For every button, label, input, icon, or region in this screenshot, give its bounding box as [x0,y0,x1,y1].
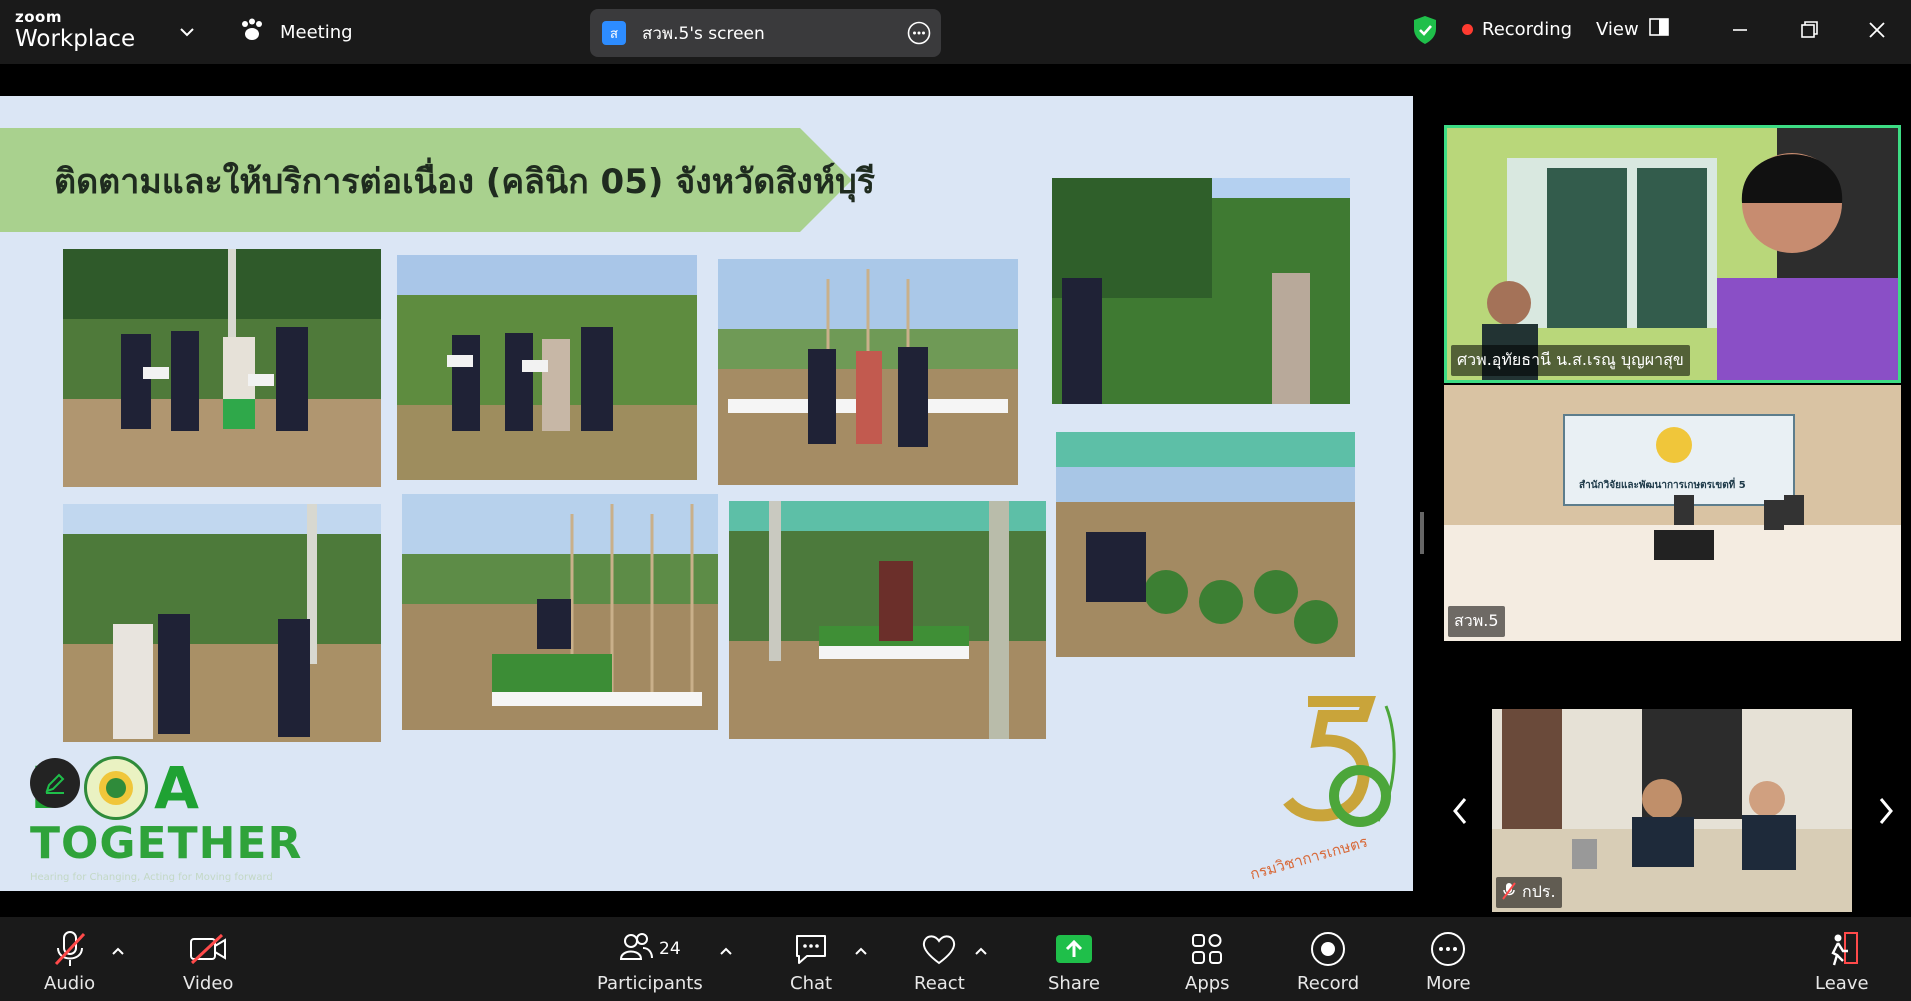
tile-name-2: สวพ.5 [1448,606,1505,637]
more-icon [1430,929,1466,969]
more-label: More [1426,973,1471,994]
screen-share-pill[interactable]: ส สวพ.5's screen [590,9,941,57]
gallery-prev-icon[interactable] [1449,795,1471,827]
record-label: Record [1297,973,1360,994]
meeting-label: Meeting [280,22,353,43]
logo-tagline: Hearing for Changing, Acting for Moving … [30,872,273,883]
video-button[interactable]: Video [183,929,233,994]
heart-icon [920,929,958,969]
minimize-icon[interactable] [1726,16,1754,44]
tile-name-3: กปร. [1496,877,1562,908]
view-label: View [1596,19,1639,40]
paw-icon [238,18,266,47]
record-dot-icon [1462,24,1473,35]
leave-button[interactable]: Leave [1815,929,1869,994]
sharer-avatar: ส [602,21,626,45]
apps-button[interactable]: Apps [1185,929,1230,994]
chat-label: Chat [790,973,833,994]
audio-options-chevron-icon[interactable] [110,943,126,959]
video-tile-room[interactable]: สำนักวิจัยและพัฒนาการเกษตรเขตที่ 5 สวพ.5 [1444,385,1901,641]
leave-label: Leave [1815,973,1869,994]
meeting-menu[interactable]: Meeting [238,18,353,47]
record-icon [1310,929,1346,969]
apps-icon [1190,929,1224,969]
audio-label: Audio [44,973,96,994]
chat-icon [793,929,829,969]
share-screen-icon [1055,929,1093,969]
annotate-pen-icon[interactable] [30,758,80,808]
photo-shaded-garden [729,501,1046,739]
restore-icon[interactable] [1795,16,1823,44]
chat-options-chevron-icon[interactable] [853,943,869,959]
mic-muted-icon [1502,881,1516,904]
chevron-down-icon[interactable] [175,20,199,44]
anniversary-50-logo: กรมวิชาการเกษตร [1248,695,1408,883]
react-options-chevron-icon[interactable] [973,943,989,959]
apps-label: Apps [1185,973,1230,994]
shared-screen-slide: ติดตามและให้บริการต่อเนื่อง (คลินิก 05) … [0,96,1413,891]
participants-count: 24 [659,939,681,959]
splitter-handle[interactable] [1420,512,1424,554]
video-label: Video [183,973,234,994]
photo-farmers-group-1 [63,249,381,487]
recording-label: Recording [1482,19,1573,40]
screen-share-label: สวพ.5's screen [642,23,765,44]
photo-garden-planters [718,259,1018,485]
more-button[interactable]: More [1426,929,1471,994]
photo-farmers-pole [63,504,381,742]
participants-options-chevron-icon[interactable] [718,943,734,959]
logo-letter-a: A [154,754,200,822]
chat-button[interactable]: Chat [790,929,832,994]
doa-seal-icon [84,756,149,820]
encryption-shield-icon[interactable] [1412,15,1438,49]
mic-muted-icon [52,929,88,969]
record-button[interactable]: Record [1297,929,1359,994]
share-button[interactable]: Share [1048,929,1100,994]
photo-farmers-group-2 [397,255,697,480]
logo-word: TOGETHER [30,818,303,869]
brand-big: Workplace [15,26,136,52]
photo-tray-planters [1056,432,1355,657]
zoom-logo: zoom Workplace [15,8,136,53]
meeting-toolbar: Audio Video 24 Participants Chat React S… [0,917,1911,1001]
top-bar: zoom Workplace Meeting ส สวพ.5's screen … [0,0,1911,64]
grid-view-icon [1648,18,1669,41]
video-tile-active-speaker[interactable]: ศวพ.อุทัยธานี น.ส.เรณู บุญผาสุข [1444,125,1901,383]
room-sign-text: สำนักวิจัยและพัฒนาการเกษตรเขตที่ 5 [1579,480,1746,491]
view-button[interactable]: View [1596,18,1669,41]
video-off-icon [188,929,228,969]
participants-icon [619,931,654,967]
share-label: Share [1048,973,1100,994]
photo-banana-garden [1052,178,1350,404]
gallery-next-icon[interactable] [1875,795,1897,827]
photo-seedling-beds [402,494,718,730]
recording-indicator[interactable]: Recording [1462,19,1572,40]
react-label: React [914,973,965,994]
slide-title: ติดตามและให้บริการต่อเนื่อง (คลินิก 05) … [54,162,875,202]
close-icon[interactable] [1863,16,1891,44]
react-button[interactable]: React [914,929,965,994]
brand-small: zoom [15,8,62,26]
leave-icon [1823,929,1861,969]
audio-button[interactable]: Audio [44,929,95,994]
participants-button[interactable]: 24 Participants [597,929,703,994]
tile-name-1: ศวพ.อุทัยธานี น.ส.เรณู บุญผาสุข [1451,345,1690,376]
participants-label: Participants [597,973,703,994]
video-tile-office[interactable]: กปร. [1492,709,1852,912]
more-options-icon[interactable] [907,21,931,45]
